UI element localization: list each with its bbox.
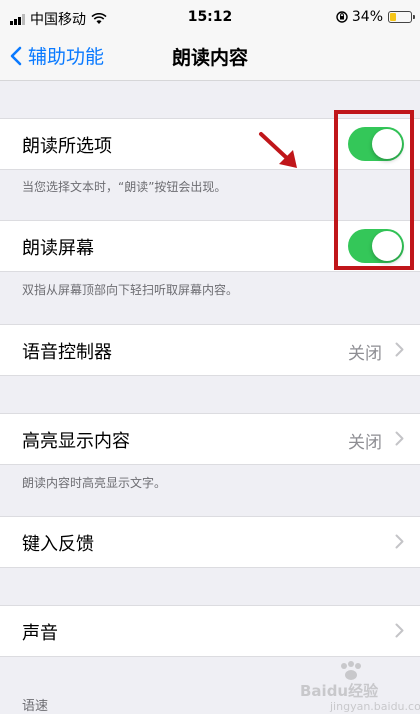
status-right: 34% — [336, 9, 415, 25]
battery-percent: 34% — [351, 9, 383, 25]
paw-logo-icon — [341, 661, 361, 680]
highlight-content-value: 关闭 — [348, 433, 382, 453]
speech-controller-group: 语音控制器 关闭 — [0, 324, 420, 376]
speak-screen-label: 朗读屏幕 — [22, 238, 94, 259]
highlight-content-row[interactable]: 高亮显示内容 关闭 — [0, 414, 420, 464]
voices-label: 声音 — [22, 623, 58, 644]
chevron-right-icon — [395, 342, 404, 357]
watermark-text: Baidu经验 — [300, 682, 379, 700]
voices-group: 声音 — [0, 605, 420, 657]
watermark-sub: jingyan.baidu.com — [330, 700, 420, 713]
annotation-arrow-icon — [259, 132, 297, 168]
speak-selection-footnote: 当您选择文本时，“朗读”按钮会出现。 — [22, 180, 227, 194]
page-title: 朗读内容 — [171, 47, 248, 69]
speech-controller-row[interactable]: 语音控制器 关闭 — [0, 325, 420, 375]
chevron-right-icon — [395, 534, 404, 549]
voices-row[interactable]: 声音 — [0, 606, 420, 656]
battery-icon — [388, 11, 415, 23]
orientation-lock-icon — [336, 11, 348, 23]
speech-controller-value: 关闭 — [348, 344, 382, 364]
battery-level-fill — [390, 13, 397, 21]
highlight-content-footnote: 朗读内容时高亮显示文字。 — [22, 476, 167, 490]
typing-feedback-group: 键入反馈 — [0, 516, 420, 568]
speech-controller-label: 语音控制器 — [22, 342, 112, 363]
highlight-content-label: 高亮显示内容 — [22, 431, 130, 452]
typing-feedback-row[interactable]: 键入反馈 — [0, 517, 420, 567]
baidu-watermark: Baidu经验 jingyan.baidu.com — [300, 660, 420, 713]
highlight-content-group: 高亮显示内容 关闭 — [0, 413, 420, 465]
chevron-right-icon — [395, 623, 404, 638]
speak-screen-footnote: 双指从屏幕顶部向下轻扫听取屏幕内容。 — [22, 283, 239, 297]
annotation-highlight-box — [334, 110, 414, 270]
status-bar: 中国移动 15:12 34% — [0, 0, 420, 34]
chevron-right-icon — [395, 431, 404, 446]
navigation-bar: 辅助功能 朗读内容 — [0, 34, 420, 81]
speaking-rate-header: 语速 — [22, 699, 49, 714]
speak-selection-label: 朗读所选项 — [22, 136, 112, 157]
typing-feedback-label: 键入反馈 — [22, 534, 94, 555]
